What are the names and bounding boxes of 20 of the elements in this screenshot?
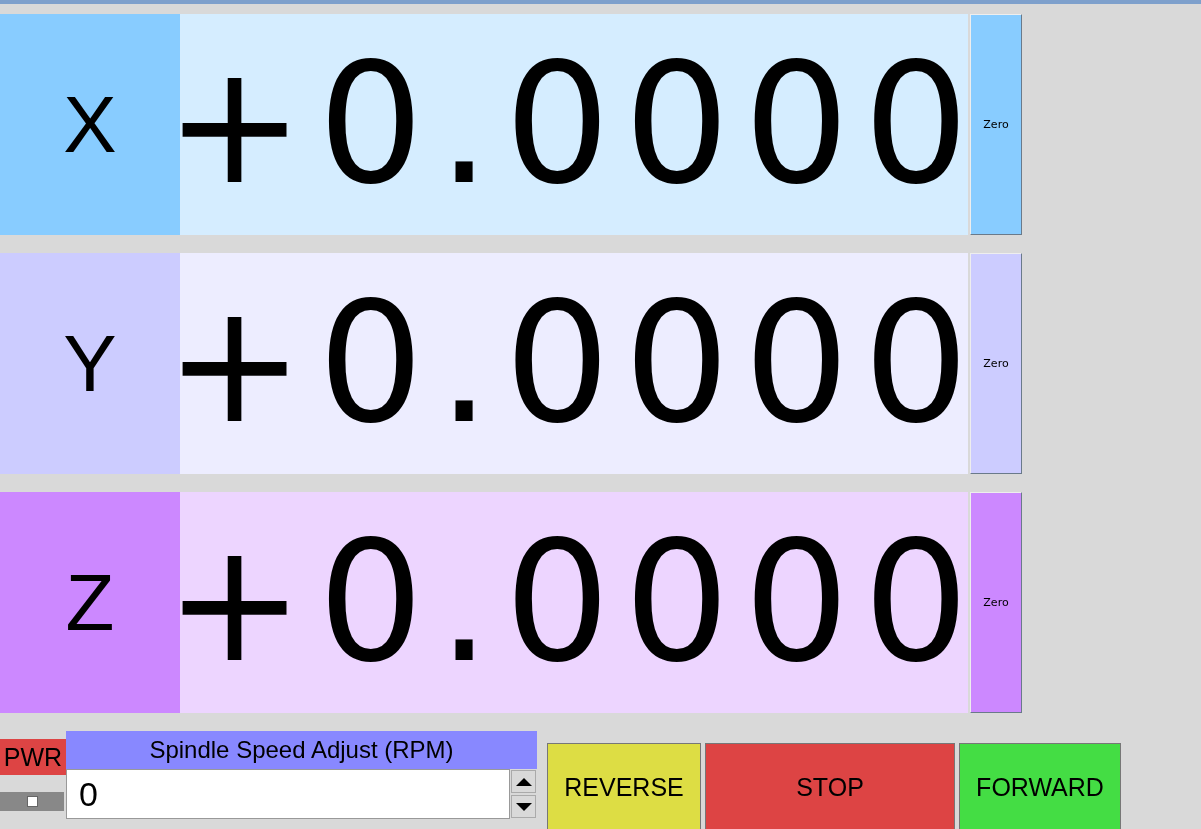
decrement-button[interactable] — [511, 795, 536, 818]
axis-label: X — [0, 14, 180, 235]
zero-button[interactable]: Zero — [970, 492, 1022, 713]
zero-button[interactable]: Zero — [970, 253, 1022, 474]
spindle-button[interactable]: FORWARD — [959, 743, 1121, 829]
up-triangle-icon — [514, 776, 533, 787]
spindle-button[interactable]: STOP — [705, 743, 955, 829]
zero-button[interactable]: Zero — [970, 14, 1022, 235]
axis-readout: +0.0000 — [180, 14, 968, 235]
spindle-speed-input[interactable]: 0 — [66, 769, 510, 819]
spindle-button[interactable]: REVERSE — [547, 743, 701, 829]
axis-readout: +0.0000 — [180, 492, 968, 713]
spindle-title: Spindle Speed Adjust (RPM) — [66, 731, 537, 769]
power-indicator: PWR — [0, 739, 66, 775]
increment-button[interactable] — [511, 770, 536, 793]
axis-readout: +0.0000 — [180, 253, 968, 474]
axis-label: Y — [0, 253, 180, 474]
axis-label: Z — [0, 492, 180, 713]
power-toggle[interactable] — [0, 792, 64, 811]
down-triangle-icon — [514, 801, 533, 812]
